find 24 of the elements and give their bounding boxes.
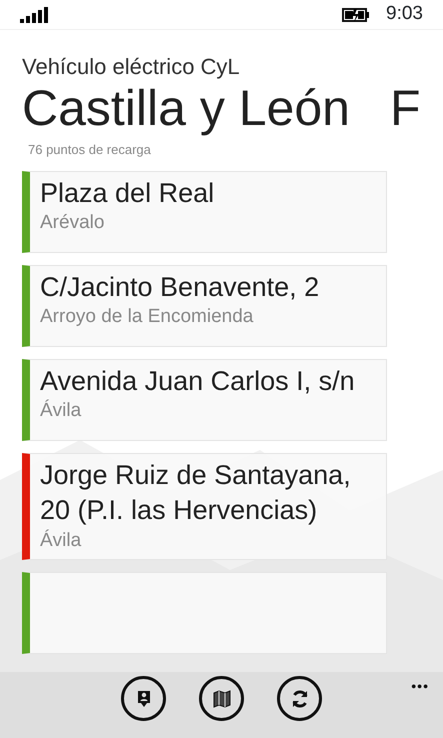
refresh-button[interactable] [277, 676, 322, 721]
station-card[interactable]: Plaza del Real Arévalo [22, 171, 387, 254]
battery-charging-icon [342, 6, 370, 22]
station-town: Arroyo de la Encomienda [40, 305, 254, 330]
station-card[interactable]: Jorge Ruiz de Santayana, 20 (P.I. las Hervencias) Ávila [22, 453, 387, 560]
pin-button[interactable] [121, 676, 166, 721]
station-town: Ávila [40, 399, 82, 424]
map-button[interactable] [199, 676, 244, 721]
pivot-header[interactable]: F [390, 80, 421, 138]
pivot-subtitle: 76 puntos de recarga [28, 140, 152, 159]
station-address: C/Jacinto Benavente, 2 [40, 271, 320, 304]
station-town: Arévalo [40, 211, 106, 236]
app-title: Vehículo eléctrico CyL [22, 54, 241, 80]
signal-icon [20, 6, 48, 22]
station-address: Plaza del Real [40, 177, 216, 210]
station-card[interactable]: C/Jacinto Benavente, 2 Arroyo de la Encomienda [22, 265, 387, 348]
status-time: 9:03 [386, 2, 423, 26]
station-town: Ávila [40, 528, 82, 553]
station-address: Avenida Juan Carlos I, s/n [40, 365, 356, 398]
station-card[interactable] [22, 572, 387, 654]
pivot-header[interactable]: Castilla y León [22, 80, 350, 138]
station-card[interactable]: Avenida Juan Carlos I, s/n Ávila [22, 359, 387, 442]
more-button[interactable]: ••• [411, 676, 429, 697]
station-address: Jorge Ruiz de Santayana, 20 (P.I. las Hervencias) [40, 459, 352, 528]
